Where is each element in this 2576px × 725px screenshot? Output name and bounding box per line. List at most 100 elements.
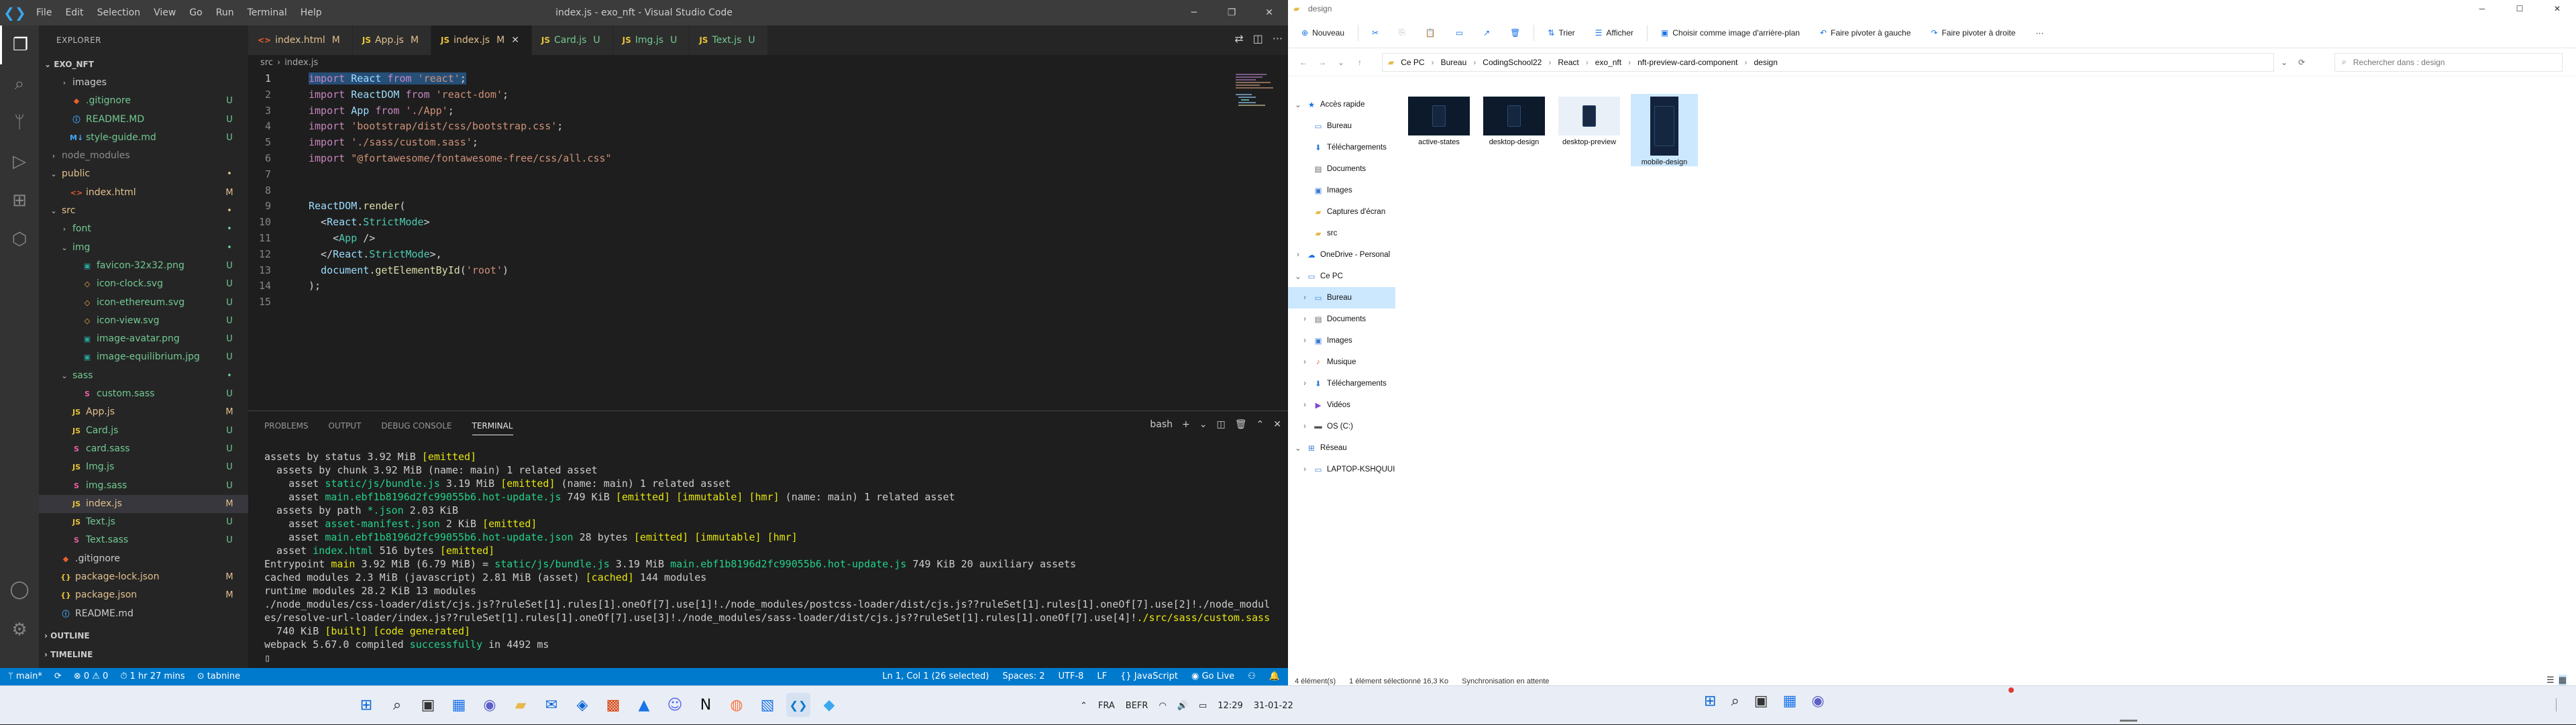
- indentation[interactable]: Spaces: 2: [1002, 668, 1044, 685]
- new-terminal-icon[interactable]: +: [1182, 419, 1190, 430]
- refresh-icon[interactable]: ⟳: [2298, 58, 2305, 67]
- file-thumbnail[interactable]: active-states: [1405, 94, 1472, 166]
- volume-icon[interactable]: 🔊: [1177, 701, 1188, 711]
- panel-tab-terminal[interactable]: TERMINAL: [472, 416, 513, 435]
- nav-item[interactable]: ⌄ ★ Accès rapide: [1288, 94, 1395, 115]
- dropdown-icon[interactable]: ⌄: [2281, 58, 2288, 67]
- path-segment[interactable]: Bureau: [1441, 58, 1467, 67]
- nav-item[interactable]: ▤ Documents: [1288, 158, 1395, 180]
- panel-tab-problems[interactable]: PROBLEMS: [264, 421, 309, 431]
- language-mode[interactable]: {} JavaScript: [1120, 668, 1178, 685]
- tree-item[interactable]: ▣ image-equilibrium.jpg U: [39, 348, 248, 366]
- menu-terminal[interactable]: Terminal: [241, 0, 294, 25]
- outline-section[interactable]: › OUTLINE: [39, 626, 248, 645]
- menu-help[interactable]: Help: [294, 0, 329, 25]
- nav-item[interactable]: ⌄ ▭ Ce PC: [1288, 266, 1395, 287]
- recent-locations-icon[interactable]: ⌄: [1334, 58, 1348, 67]
- share-button[interactable]: ↗: [1477, 28, 1497, 38]
- notion-icon[interactable]: N: [694, 693, 718, 717]
- set-background-button[interactable]: ▣ Choisir comme image d'arrière-plan: [1654, 28, 1807, 38]
- minimize-button[interactable]: ─: [2463, 0, 2501, 17]
- kill-terminal-icon[interactable]: 🗑: [1235, 419, 1247, 430]
- tree-item[interactable]: ⌄ src •: [39, 202, 248, 220]
- show-hidden-icons[interactable]: ⌃: [1080, 701, 1087, 711]
- path-segment[interactable]: nft-preview-card-component: [1638, 58, 1737, 67]
- breadcrumb-item[interactable]: src: [260, 58, 273, 68]
- tabnine-status[interactable]: ⊙ tabnine: [197, 668, 240, 685]
- windows-start-icon[interactable]: ⊞: [354, 693, 378, 717]
- compare-icon[interactable]: ⇄: [1234, 32, 1243, 45]
- account-icon[interactable]: ◯: [0, 570, 39, 609]
- tree-item[interactable]: {} package.json M: [39, 586, 248, 604]
- file-thumbnail[interactable]: desktop-preview: [1556, 94, 1623, 166]
- maximize-button[interactable]: ☐: [2501, 0, 2538, 17]
- menu-file[interactable]: File: [30, 0, 58, 25]
- run-debug-icon[interactable]: ▷: [0, 142, 39, 181]
- remote-explorer-icon[interactable]: ⬡: [0, 220, 39, 259]
- clock-date[interactable]: 31-01-22: [1254, 701, 1293, 711]
- breadcrumb-item[interactable]: index.js: [284, 58, 318, 68]
- tree-item[interactable]: › images: [39, 74, 248, 92]
- tree-item[interactable]: JS index.js M: [39, 494, 248, 514]
- windows-start-icon[interactable]: ⊞: [1704, 693, 1716, 710]
- file-thumbnail[interactable]: mobile-design: [1631, 94, 1698, 166]
- nav-item[interactable]: › ▭ LAPTOP-KSHQUUI: [1288, 459, 1395, 480]
- paste-button[interactable]: 📋: [1419, 28, 1442, 38]
- search-icon[interactable]: ⌕: [385, 693, 409, 717]
- close-button[interactable]: ✕: [1250, 0, 1288, 25]
- path-segment[interactable]: CodingSchool22: [1483, 58, 1542, 67]
- git-branch[interactable]: ᛘ main*: [8, 668, 42, 685]
- teams-chat-icon[interactable]: ◉: [478, 693, 502, 717]
- tree-item[interactable]: ⌄ sass •: [39, 367, 248, 385]
- nav-item[interactable]: ▰ src: [1288, 223, 1395, 244]
- explorer-icon[interactable]: ❐: [0, 25, 39, 64]
- notifications-bell-icon[interactable]: 🔔: [1269, 668, 1280, 685]
- maximize-button[interactable]: ❐: [1213, 0, 1250, 25]
- vscode-icon[interactable]: ❮❯: [786, 693, 810, 717]
- mail-icon[interactable]: ✉: [539, 693, 564, 717]
- sort-button[interactable]: ⇅ Trier: [1541, 28, 1581, 38]
- tree-item[interactable]: › node_modules: [39, 147, 248, 165]
- copy-button[interactable]: ⎘: [1392, 27, 1412, 38]
- menu-edit[interactable]: Edit: [58, 0, 90, 25]
- tab-img-js[interactable]: JS Img.js U: [612, 25, 690, 55]
- project-section[interactable]: ⌄ EXO_NFT: [39, 55, 248, 74]
- discord-icon[interactable]: ☺: [663, 693, 687, 717]
- close-panel-icon[interactable]: ✕: [1273, 419, 1281, 430]
- tree-item[interactable]: JS App.js M: [39, 403, 248, 421]
- code-editor[interactable]: 1 import React from 'react'; 2 import React…: [248, 71, 1201, 311]
- timeline-section[interactable]: › TIMELINE: [39, 645, 248, 664]
- feedback-icon[interactable]: ⚇: [1248, 668, 1256, 685]
- tree-item[interactable]: ⓘ README.MD U: [39, 111, 248, 129]
- widgets-icon[interactable]: ▦: [447, 693, 471, 717]
- clock-time[interactable]: 12:29: [1218, 701, 1242, 711]
- up-arrow-icon[interactable]: ↑: [1352, 58, 1367, 67]
- split-terminal-icon[interactable]: ◫: [1217, 419, 1226, 430]
- nav-item[interactable]: › ☁ OneDrive - Personal: [1288, 244, 1395, 266]
- nav-item[interactable]: ▭ Bureau: [1288, 115, 1395, 137]
- tree-item[interactable]: ◆ .gitignore: [39, 550, 248, 568]
- rotate-right-button[interactable]: ↷ Faire pivoter à droite: [1924, 28, 2022, 38]
- split-editor-icon[interactable]: ◫: [1253, 32, 1263, 45]
- back-arrow-icon[interactable]: ←: [1296, 58, 1311, 67]
- path-segment[interactable]: Ce PC: [1401, 58, 1424, 67]
- panel-tab-output[interactable]: OUTPUT: [329, 421, 362, 431]
- view-button[interactable]: ☰ Afficher: [1589, 28, 1640, 38]
- rotate-left-button[interactable]: ↶ Faire pivoter à gauche: [1813, 28, 1917, 38]
- file-explorer-icon[interactable]: ▰: [508, 693, 533, 717]
- nav-item[interactable]: ▣ Images: [1288, 180, 1395, 201]
- office-icon[interactable]: ▩: [601, 693, 625, 717]
- nav-item[interactable]: › ▤ Documents: [1288, 309, 1395, 330]
- settings-gear-icon[interactable]: ⚙: [0, 610, 39, 649]
- search-icon[interactable]: ⌕: [1731, 693, 1739, 710]
- show-desktop-button[interactable]: [2556, 698, 2565, 712]
- rename-button[interactable]: ▭: [1449, 28, 1470, 38]
- nav-item[interactable]: › ▭ Bureau: [1288, 287, 1395, 309]
- nav-item[interactable]: › ▬ OS (C:): [1288, 416, 1395, 437]
- line-ending[interactable]: LF: [1097, 668, 1107, 685]
- tabnine-icon[interactable]: ◆: [817, 693, 841, 717]
- path-segment[interactable]: React: [1558, 58, 1578, 67]
- tree-item[interactable]: JS Img.js U: [39, 458, 248, 476]
- address-bar[interactable]: ▰ Ce PC › Bureau › CodingSchool22 › React › exo_n…: [1382, 52, 2274, 72]
- teams-chat-icon[interactable]: ◉: [1811, 693, 1824, 710]
